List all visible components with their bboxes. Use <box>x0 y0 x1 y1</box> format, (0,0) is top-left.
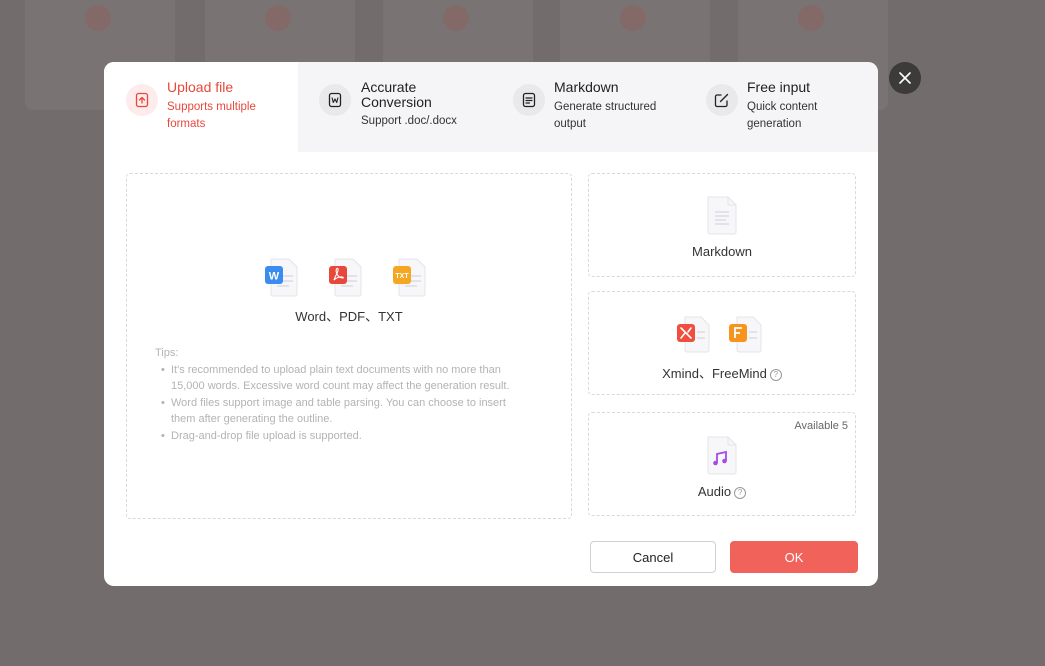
txt-file-icon: TXT <box>391 256 429 298</box>
audio-file-icon <box>702 434 742 481</box>
import-dialog: Upload file Supports multiple formats Acc… <box>104 62 878 586</box>
markdown-label: Markdown <box>692 244 752 259</box>
file-upload-dropzone[interactable]: W TXT Word、PDF、TXT Tips: It's recommende… <box>126 173 572 519</box>
close-icon <box>899 72 911 84</box>
tab-markdown[interactable]: Markdown Generate structured output <box>492 62 685 152</box>
tab-accurate-conversion[interactable]: Accurate Conversion Support .doc/.docx <box>298 62 492 152</box>
close-button[interactable] <box>889 62 921 94</box>
tab-subtitle: Quick content generation <box>747 101 818 130</box>
upload-tips: Tips: It's recommended to upload plain t… <box>155 345 545 444</box>
markdown-option-card[interactable]: Markdown <box>588 173 856 277</box>
mindmap-option-card[interactable]: Xmind、FreeMind? <box>588 291 856 395</box>
tab-title: Markdown <box>554 79 619 95</box>
tip-item: Word files support image and table parsi… <box>161 395 545 428</box>
cancel-button[interactable]: Cancel <box>590 541 716 573</box>
pdf-file-icon <box>327 256 365 298</box>
tab-title: Free input <box>747 79 811 95</box>
freemind-file-icon <box>727 314 765 361</box>
ok-button[interactable]: OK <box>730 541 858 573</box>
tab-title: Accurate Conversion <box>361 79 432 110</box>
tab-subtitle: Supports multiple formats <box>167 101 256 130</box>
audio-option-card[interactable]: Available 5 Audio? <box>588 412 856 516</box>
tab-free-input[interactable]: Free input Quick content generation <box>685 62 878 152</box>
tip-item: It's recommended to upload plain text do… <box>161 362 545 395</box>
word-file-icon: W <box>263 256 301 298</box>
svg-text:W: W <box>269 271 280 283</box>
tab-subtitle: Generate structured output <box>554 101 657 130</box>
markdown-file-icon <box>702 194 742 241</box>
xmind-file-icon <box>675 314 713 361</box>
word-doc-icon <box>319 84 351 116</box>
svg-text:TXT: TXT <box>395 273 409 280</box>
tab-title: Upload file <box>167 79 234 95</box>
help-icon[interactable]: ? <box>734 487 747 499</box>
available-count-badge: Available 5 <box>794 420 848 432</box>
edit-icon <box>706 84 738 116</box>
tab-upload-file[interactable]: Upload file Supports multiple formats <box>104 62 298 152</box>
file-type-icons: W TXT <box>263 256 433 306</box>
mindmap-label: Xmind、FreeMind? <box>589 363 855 382</box>
audio-label: Audio? <box>589 484 855 499</box>
document-icon <box>513 84 545 116</box>
tab-subtitle: Support .doc/.docx <box>361 115 457 127</box>
upload-icon <box>126 84 158 116</box>
tip-item: Drag-and-drop file upload is supported. <box>161 428 545 445</box>
supported-formats-label: Word、PDF、TXT <box>295 309 403 324</box>
help-icon[interactable]: ? <box>769 369 782 381</box>
import-mode-tabs: Upload file Supports multiple formats Acc… <box>104 62 878 152</box>
tips-title: Tips: <box>155 347 179 359</box>
